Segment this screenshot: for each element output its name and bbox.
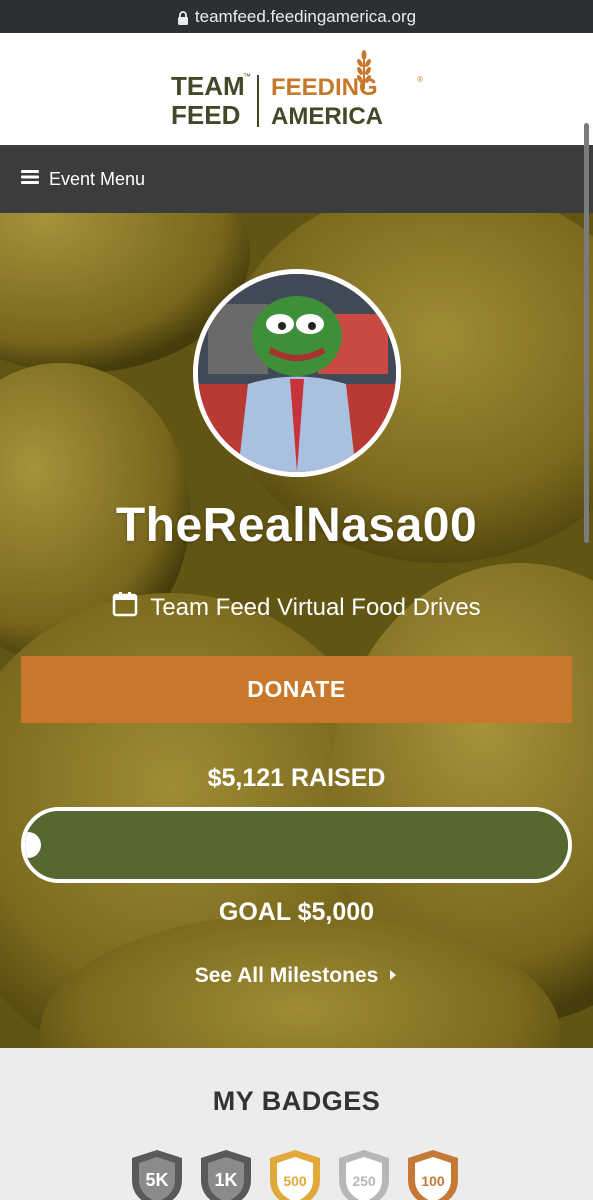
milestones-label: See All Milestones — [194, 964, 379, 987]
shield-icon: 100 — [408, 1150, 458, 1200]
browser-url-bar[interactable]: teamfeed.feedingamerica.org — [0, 0, 593, 33]
badge-label: 500 — [283, 1173, 307, 1189]
url-text: teamfeed.feedingamerica.org — [194, 6, 417, 26]
badge-label: 100 — [421, 1173, 445, 1189]
badge-5k[interactable]: 5K — [128, 1148, 186, 1200]
logo-america-text: AMERICA — [271, 103, 383, 129]
amount-raised: $5,121 RAISED — [207, 764, 386, 792]
profile-avatar — [193, 269, 401, 477]
badges-section: MY BADGES 5K 1K 500 250 100 — [0, 1048, 593, 1200]
fundraising-goal: GOAL $5,000 — [218, 898, 375, 926]
donate-button[interactable]: DONATE — [21, 656, 572, 723]
logo-tm-text: ™ — [243, 72, 251, 81]
badge-label: 250 — [352, 1173, 376, 1189]
progress-fill — [25, 811, 568, 879]
calendar-icon — [112, 591, 138, 624]
badge-list: 5K 1K 500 250 100 — [128, 1148, 468, 1200]
logo-registered-text: ® — [417, 75, 423, 84]
event-menu-button[interactable]: Event Menu — [0, 145, 593, 213]
caret-right-icon — [388, 964, 398, 988]
site-header: TEAM ™ FEED FEEDING ® AMERICA — [0, 33, 593, 145]
logo-team-text: TEAM — [171, 71, 245, 101]
badge-label: 1K — [214, 1170, 237, 1190]
lock-icon — [177, 10, 189, 25]
hamburger-icon — [21, 169, 39, 190]
logo-feed-text: FEED — [171, 100, 240, 129]
shield-icon: 1K — [201, 1150, 251, 1200]
event-name-row[interactable]: Team Feed Virtual Food Drives — [0, 591, 593, 624]
event-name-label: Team Feed Virtual Food Drives — [150, 593, 481, 621]
scrollbar[interactable] — [584, 123, 589, 543]
event-menu-label: Event Menu — [49, 168, 146, 189]
fundraiser-username: TheRealNasa00 — [115, 499, 478, 552]
badge-100[interactable]: 100 — [404, 1148, 462, 1200]
fundraiser-hero: TheRealNasa00 Team Feed Virtual Food Dri… — [0, 213, 593, 1048]
badges-title: MY BADGES — [212, 1086, 381, 1116]
badge-250[interactable]: 250 — [335, 1148, 393, 1200]
badge-label: 5K — [145, 1170, 168, 1190]
shield-icon: 500 — [270, 1150, 320, 1200]
fundraising-progress-bar — [21, 807, 572, 883]
badge-500[interactable]: 500 — [266, 1148, 324, 1200]
see-all-milestones-link[interactable]: See All Milestones — [0, 964, 593, 988]
team-feed-feeding-america-logo[interactable]: TEAM ™ FEED FEEDING ® AMERICA — [167, 49, 427, 129]
badge-1k[interactable]: 1K — [197, 1148, 255, 1200]
shield-icon: 250 — [339, 1150, 389, 1200]
shield-icon: 5K — [132, 1150, 182, 1200]
